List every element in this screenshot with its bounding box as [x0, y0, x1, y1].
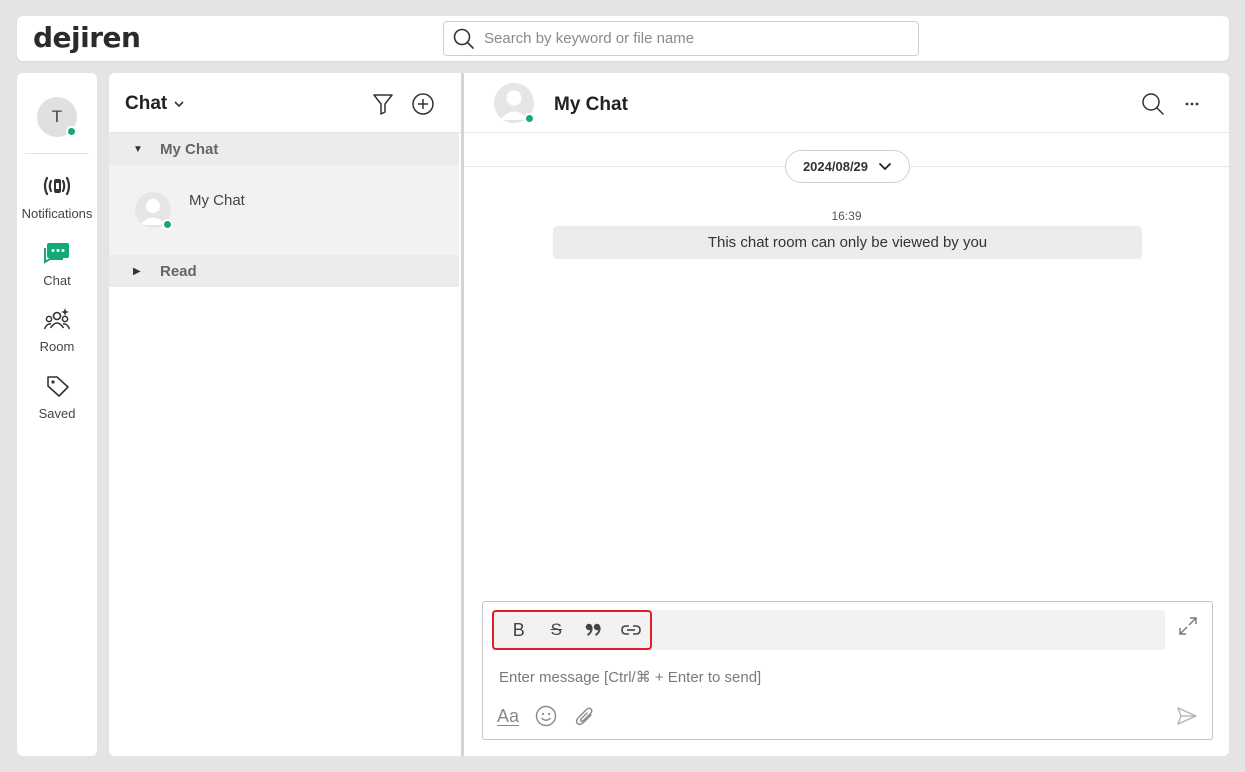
caret-right-icon: ▶ — [133, 265, 141, 277]
system-message-text: This chat room can only be viewed by you — [707, 234, 988, 251]
group-header-read[interactable]: ▶ Read — [109, 255, 459, 287]
paperclip-icon — [575, 707, 593, 726]
chevron-down-icon — [174, 101, 184, 108]
attach-file-button[interactable] — [574, 703, 596, 729]
room-icon — [43, 307, 71, 336]
filter-button[interactable] — [370, 91, 396, 117]
nav-label: Room — [39, 339, 75, 354]
link-icon — [621, 625, 642, 635]
nav-label: Saved — [38, 406, 76, 421]
nav-item-chat[interactable]: Chat — [17, 241, 97, 288]
date-label: 2024/08/29 — [802, 159, 869, 174]
quote-button[interactable] — [575, 612, 613, 648]
smiley-icon — [535, 705, 557, 727]
format-toolbar: B S — [492, 610, 1165, 650]
expand-icon — [1179, 617, 1197, 635]
bold-icon: B — [512, 619, 525, 640]
nav-item-saved[interactable]: Saved — [17, 374, 97, 421]
chat-icon — [43, 241, 71, 270]
group-label: My Chat — [160, 140, 219, 158]
message-time: 16:39 — [831, 209, 862, 223]
group-label: Read — [160, 262, 197, 280]
search-box[interactable] — [443, 21, 919, 56]
search-icon — [1142, 93, 1164, 115]
filter-icon — [373, 94, 393, 115]
online-status-dot — [162, 219, 173, 230]
nav-label: Chat — [43, 273, 71, 288]
nav-item-room[interactable]: Room — [17, 307, 97, 354]
chat-header: My Chat — [464, 73, 1229, 133]
search-icon — [444, 28, 484, 50]
chevron-down-icon — [878, 162, 892, 171]
bold-button[interactable]: B — [500, 612, 538, 648]
online-status-dot — [524, 113, 535, 124]
plus-circle-icon — [412, 93, 434, 115]
system-message: This chat room can only be viewed by you — [553, 226, 1142, 259]
strikethrough-icon: S — [550, 620, 562, 639]
message-composer: B S Aa — [482, 601, 1213, 740]
chat-name: My Chat — [189, 192, 245, 209]
chat-list-title-dropdown[interactable]: Chat — [125, 93, 185, 115]
chat-title: My Chat — [554, 94, 628, 115]
nav-divider — [25, 153, 89, 154]
more-horizontal-icon — [1185, 102, 1199, 106]
date-selector[interactable]: 2024/08/29 — [785, 150, 910, 183]
caret-down-icon: ▼ — [133, 143, 143, 155]
link-button[interactable] — [613, 612, 651, 648]
group-header-my-chat[interactable]: ▼ My Chat — [109, 133, 459, 165]
format-button-group: B S — [492, 610, 652, 650]
text-format-label: Aa — [497, 705, 520, 726]
chat-list-panel: Chat ▼ My Chat My Chat ▶ Read — [109, 73, 461, 756]
text-format-button[interactable]: Aa — [497, 703, 519, 729]
left-nav: T Notifications Chat Room Saved — [17, 73, 97, 756]
chat-main-panel: My Chat 2024/08/29 16:39 This chat room … — [464, 73, 1229, 756]
chat-list-title: Chat — [125, 93, 168, 114]
user-initial: T — [51, 107, 63, 126]
search-input[interactable] — [484, 30, 918, 47]
chat-list-header: Chat — [109, 73, 461, 133]
send-icon — [1177, 707, 1197, 725]
online-status-dot — [66, 126, 77, 137]
strikethrough-button[interactable]: S — [538, 612, 576, 648]
nav-item-notifications[interactable]: Notifications — [17, 174, 97, 221]
nav-label: Notifications — [21, 206, 93, 221]
app-logo[interactable]: dejiren — [33, 21, 141, 54]
tag-icon — [43, 374, 71, 403]
top-header: dejiren — [17, 16, 1229, 61]
emoji-button[interactable] — [535, 703, 557, 729]
quote-icon — [585, 623, 601, 636]
message-input[interactable] — [499, 666, 1189, 688]
notifications-icon — [42, 174, 72, 203]
expand-composer-button[interactable] — [1176, 614, 1200, 638]
chat-list-item[interactable]: My Chat — [109, 165, 459, 255]
send-button[interactable] — [1176, 703, 1198, 729]
new-chat-button[interactable] — [410, 91, 436, 117]
user-avatar[interactable]: T — [37, 97, 77, 137]
search-chat-button[interactable] — [1140, 91, 1166, 117]
more-options-button[interactable] — [1179, 91, 1205, 117]
